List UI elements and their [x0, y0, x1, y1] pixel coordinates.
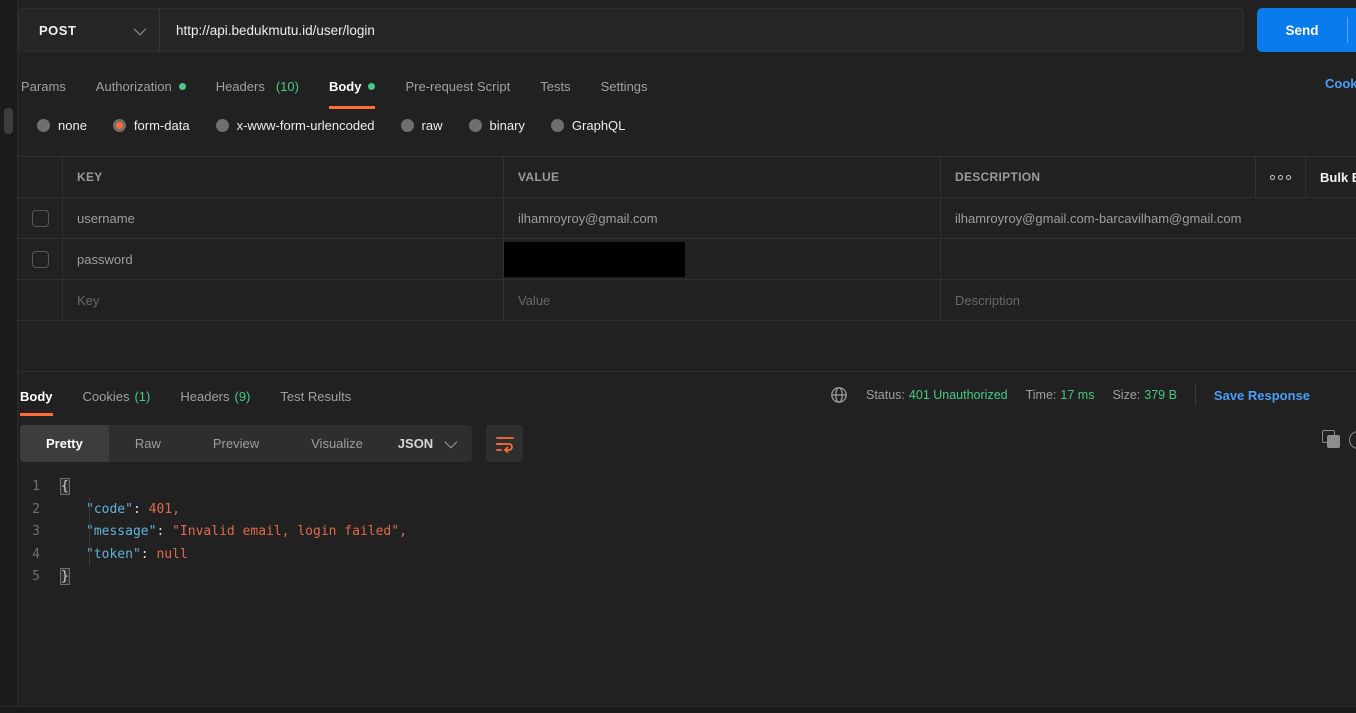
radio-icon [468, 119, 482, 132]
bulk-edit-button[interactable]: Bulk Edit [1305, 157, 1356, 197]
response-tab-headers[interactable]: Headers (9) [180, 379, 250, 413]
mode-form-data[interactable]: form-data [112, 118, 190, 133]
time-badge: Time: 17 ms [1025, 388, 1095, 402]
code-line: 3 "message": "Invalid email, login faile… [32, 524, 407, 540]
postman-request-view: POST http://api.bedukmutu.id/user/login … [0, 0, 1356, 713]
key-cell[interactable]: username [62, 198, 503, 238]
method-label: POST [39, 22, 77, 38]
view-tab-pretty[interactable]: Pretty [20, 425, 109, 462]
table-placeholder-row: Key Value Description [18, 280, 1356, 321]
send-button-label: Send [1285, 22, 1319, 38]
view-tab-preview[interactable]: Preview [187, 425, 285, 462]
response-tab-cookies[interactable]: Cookies (1) [83, 379, 151, 413]
tab-settings[interactable]: Settings [601, 70, 648, 102]
wrap-lines-button[interactable] [486, 425, 523, 462]
value-cell[interactable] [503, 239, 940, 279]
column-header-description: DESCRIPTION [955, 170, 1041, 184]
key-cell[interactable]: password [62, 239, 503, 279]
format-label: JSON [397, 436, 434, 451]
search-response-icon[interactable] [1349, 431, 1356, 449]
word-wrap-icon [495, 436, 514, 453]
table-options-button[interactable] [1255, 157, 1305, 197]
radio-selected-icon [112, 119, 126, 132]
scrollbar-thumb[interactable] [4, 108, 13, 134]
body-dot-icon [368, 82, 376, 90]
column-header-value: VALUE [518, 170, 560, 184]
table-row: username ilhamroyroy@gmail.com ilhamroyr… [18, 198, 1356, 239]
chevron-down-icon [444, 435, 458, 449]
response-tabs: Body Cookies (1) Headers (9) Test Results [20, 379, 351, 416]
url-text: http://api.bedukmutu.id/user/login [176, 22, 375, 38]
pane-divider[interactable] [18, 371, 1356, 372]
radio-icon [37, 119, 50, 132]
network-globe-icon[interactable] [830, 386, 848, 404]
table-row: password [18, 239, 1356, 280]
status-value: 401 Unauthorized [908, 388, 1008, 402]
tab-headers[interactable]: Headers (10) [216, 70, 299, 102]
mode-raw[interactable]: raw [400, 118, 443, 133]
code-line: 4 "token": null [32, 546, 188, 562]
tab-prerequest-script[interactable]: Pre-request Script [405, 70, 510, 102]
tab-params[interactable]: Params [21, 70, 66, 102]
response-body-editor[interactable]: 1 { 2 "code": 401, 3 "message": "Invalid… [18, 476, 1356, 589]
code-line: 1 { [32, 478, 70, 495]
value-cell[interactable]: ilhamroyroy@gmail.com [503, 198, 940, 238]
request-tabs: Params Authorization Headers (10) Body Pr… [21, 70, 648, 109]
cookies-link[interactable]: Cookies [1325, 76, 1356, 91]
meta-divider [1194, 385, 1196, 405]
radio-icon [550, 119, 564, 132]
response-tab-body[interactable]: Body [20, 379, 53, 416]
view-tab-raw[interactable]: Raw [109, 425, 187, 462]
row-checkbox[interactable] [31, 209, 49, 227]
copy-response-button[interactable] [1322, 430, 1342, 450]
size-value: 379 B [1144, 388, 1177, 402]
mode-x-www-form-urlencoded[interactable]: x-www-form-urlencoded [215, 118, 375, 133]
mode-binary[interactable]: binary [468, 118, 525, 133]
method-select[interactable]: POST [19, 9, 160, 51]
headers-count: (10) [275, 78, 299, 94]
response-headers-count: (9) [234, 388, 251, 404]
send-split-divider [1347, 17, 1348, 43]
body-mode-options: none form-data x-www-form-urlencoded raw… [37, 118, 625, 133]
send-button[interactable]: Send [1257, 8, 1356, 52]
ellipsis-icon [1270, 174, 1291, 180]
description-cell[interactable]: ilhamroyroy@gmail.com-barcavilham@gmail.… [940, 198, 1356, 238]
bottom-status-strip [0, 706, 1356, 713]
time-value: 17 ms [1060, 388, 1095, 402]
radio-icon [215, 119, 229, 132]
radio-icon [400, 119, 414, 132]
url-input[interactable]: http://api.bedukmutu.id/user/login [160, 9, 1243, 51]
chevron-down-icon [133, 22, 147, 35]
response-view-switcher: Pretty Raw Preview Visualize [20, 425, 389, 462]
code-line: 2 "code": 401, [32, 501, 180, 517]
view-tab-visualize[interactable]: Visualize [285, 425, 389, 462]
mode-graphql[interactable]: GraphQL [550, 118, 625, 133]
key-input[interactable]: Key [62, 280, 503, 320]
value-input[interactable]: Value [503, 280, 940, 320]
tab-body[interactable]: Body [328, 70, 376, 109]
description-input[interactable]: Description [940, 280, 1356, 320]
row-checkbox[interactable] [31, 250, 49, 268]
description-cell[interactable] [940, 239, 1356, 279]
response-tab-test-results[interactable]: Test Results [280, 379, 351, 413]
format-select[interactable]: JSON [380, 425, 472, 462]
left-scroll-strip [0, 0, 18, 713]
code-line: 5 } [32, 568, 70, 586]
save-response-button[interactable]: Save Response [1214, 388, 1310, 403]
response-meta: Status: 401 Unauthorized Time: 17 ms Size:… [830, 381, 1310, 409]
status-badge: Status: 401 Unauthorized [866, 388, 1008, 402]
request-url-bar: POST http://api.bedukmutu.id/user/login [18, 8, 1244, 52]
tab-authorization[interactable]: Authorization [96, 70, 186, 102]
redacted-value [504, 242, 685, 277]
authorization-dot-icon [178, 82, 186, 90]
tab-tests[interactable]: Tests [540, 70, 570, 102]
cookies-count: (1) [134, 388, 151, 404]
indent-guide [89, 498, 90, 566]
size-badge: Size: 379 B [1112, 388, 1177, 402]
column-header-key: KEY [77, 170, 103, 184]
table-header-row: KEY VALUE DESCRIPTION Bulk Edit [18, 157, 1356, 198]
form-data-table: KEY VALUE DESCRIPTION Bulk Edit username… [18, 156, 1356, 321]
mode-none[interactable]: none [37, 118, 87, 133]
